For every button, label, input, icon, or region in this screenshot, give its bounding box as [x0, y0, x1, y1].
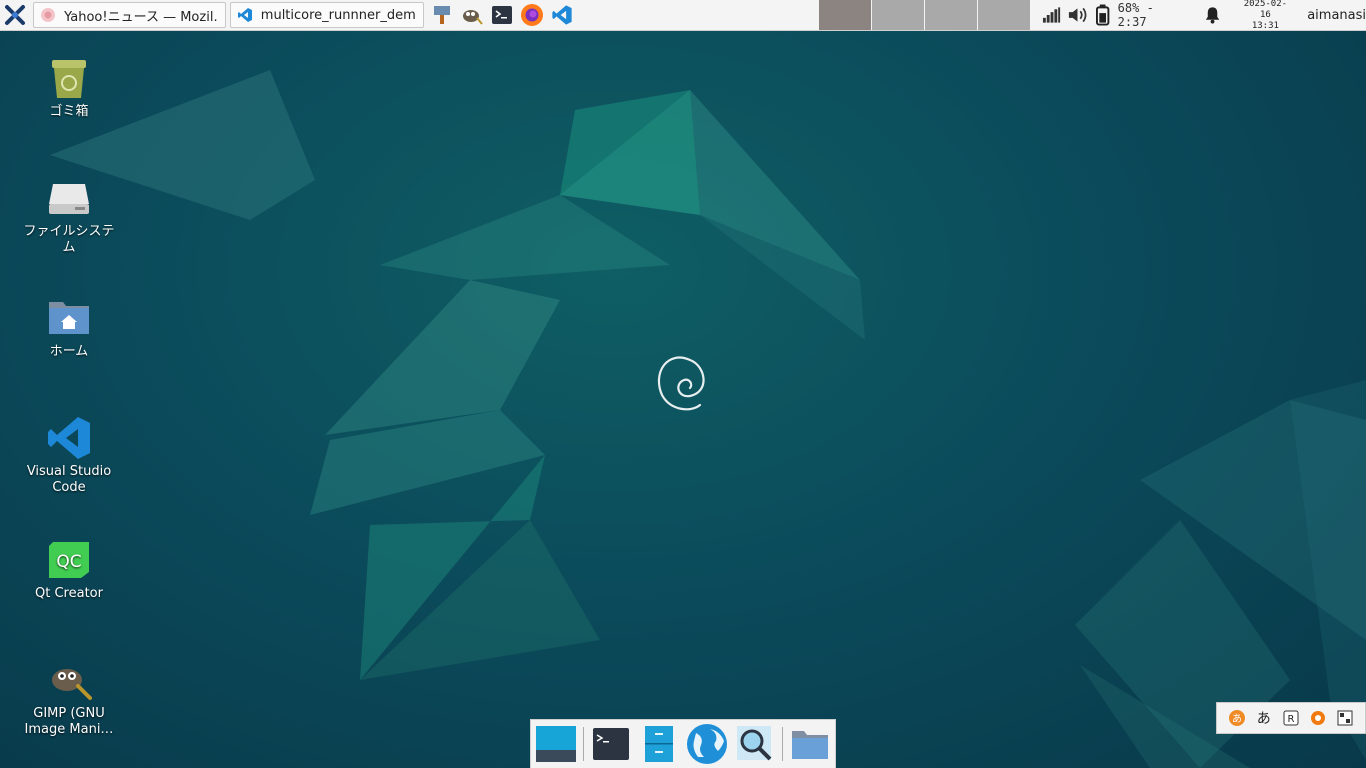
taskbar-window-title: multicore_runnner_dem…: [260, 7, 418, 23]
desktop-icon-label: ホーム: [49, 344, 89, 359]
folder-icon: [791, 731, 828, 759]
desktop-icon-label: Qt Creator: [35, 586, 103, 601]
ime-hiragana-mode[interactable]: あ: [1255, 709, 1273, 727]
workspace-switcher: [818, 0, 1031, 30]
dock-file-manager[interactable]: [638, 723, 680, 765]
desktop-icon-filesystem[interactable]: ファイルシステム: [18, 174, 120, 256]
taskbar-window-vscode[interactable]: multicore_runnner_dem…: [229, 2, 425, 28]
dock-show-desktop[interactable]: [535, 723, 577, 765]
dock-separator: [782, 727, 783, 761]
gimp-icon: [52, 669, 92, 700]
desktop-icon-label: Visual Studio Code: [26, 464, 112, 495]
svg-text:QC: QC: [56, 552, 81, 572]
launcher-firefox[interactable]: [520, 3, 544, 27]
desktop-icon-qt-creator[interactable]: QC Qt Creator: [18, 536, 120, 602]
web-browser-icon: [687, 724, 727, 764]
desktop-icon-label: ファイルシステム: [23, 224, 115, 255]
xfce-logo-icon: [4, 5, 25, 25]
desktop-tool-icon: [434, 6, 451, 24]
firefox-tab-icon: [41, 8, 56, 22]
show-desktop-icon: [536, 726, 576, 762]
battery-status: 68% - 2:37: [1117, 1, 1154, 29]
debian-logo: [657, 356, 705, 411]
desktop-icon-vscode[interactable]: Visual Studio Code: [18, 414, 120, 496]
dock-terminal[interactable]: [590, 723, 632, 765]
workspace-2[interactable]: [872, 0, 925, 30]
home-folder-icon: [49, 302, 89, 334]
vscode-icon: [48, 417, 90, 459]
desktop-icon-home[interactable]: ホーム: [18, 294, 120, 360]
vscode-icon: [552, 5, 573, 25]
clock[interactable]: 2025-02-16 13:31: [1240, 0, 1292, 32]
workspace-4[interactable]: [978, 0, 1031, 30]
firefox-icon: [521, 4, 544, 26]
clock-date: 2025-02-16: [1243, 0, 1288, 20]
ime-mozc-icon[interactable]: あ: [1228, 709, 1246, 727]
top-panel: Yahoo!ニュース — Mozil… multicore_runnner_de…: [0, 0, 1366, 31]
taskbar-window-title: Yahoo!ニュース — Mozil…: [64, 9, 219, 25]
ime-r-icon[interactable]: R: [1282, 709, 1300, 727]
terminal-icon: [492, 6, 513, 24]
ime-tool-icon[interactable]: [1336, 709, 1354, 727]
file-manager-icon: [644, 726, 673, 762]
svg-text:R: R: [1287, 714, 1294, 725]
gimp-icon: [463, 10, 484, 25]
terminal-icon: [592, 728, 629, 760]
applications-menu-button[interactable]: [0, 0, 29, 30]
qt-creator-icon: QC: [49, 542, 89, 578]
launcher-terminal[interactable]: [490, 3, 514, 27]
taskbar-window-firefox[interactable]: Yahoo!ニュース — Mozil…: [33, 2, 226, 28]
ime-toolbar: あ あ R: [1216, 702, 1366, 734]
drive-icon: [49, 184, 89, 214]
dock-separator: [583, 727, 584, 761]
dock-web-browser[interactable]: [686, 723, 728, 765]
launcher-vscode[interactable]: [550, 3, 574, 27]
launcher-gimp[interactable]: [460, 3, 484, 27]
battery-icon[interactable]: [1096, 4, 1110, 26]
dock-folder[interactable]: [789, 723, 831, 765]
notification-bell-icon[interactable]: [1203, 5, 1222, 25]
network-signal-icon[interactable]: [1042, 6, 1061, 24]
user-menu[interactable]: aimanasi: [1307, 8, 1366, 23]
launcher-group: [430, 3, 574, 27]
workspace-3[interactable]: [925, 0, 978, 30]
desktop-icon-gimp[interactable]: GIMP (GNU Image Mani…: [18, 656, 120, 738]
volume-icon[interactable]: [1067, 5, 1090, 25]
dock-app-finder[interactable]: [734, 723, 776, 765]
desktop-icon-trash[interactable]: ゴミ箱: [18, 54, 120, 120]
launcher-desktop-tool[interactable]: [430, 3, 454, 27]
bottom-dock: [530, 719, 836, 768]
system-tray: 68% - 2:37 2025-02-16 13:31 aimanasi: [1042, 0, 1366, 32]
desktop-wallpaper: [50, 70, 1366, 768]
workspace-1[interactable]: [819, 0, 872, 30]
ime-settings-gear-icon[interactable]: [1309, 709, 1327, 727]
svg-text:あ: あ: [1232, 713, 1242, 725]
search-icon: [737, 726, 772, 761]
vscode-icon: [237, 8, 252, 22]
trash-icon: [52, 60, 86, 98]
clock-time: 13:31: [1251, 20, 1279, 31]
desktop-icon-label: GIMP (GNU Image Mani…: [24, 706, 114, 737]
desktop-icon-label: ゴミ箱: [49, 104, 89, 119]
